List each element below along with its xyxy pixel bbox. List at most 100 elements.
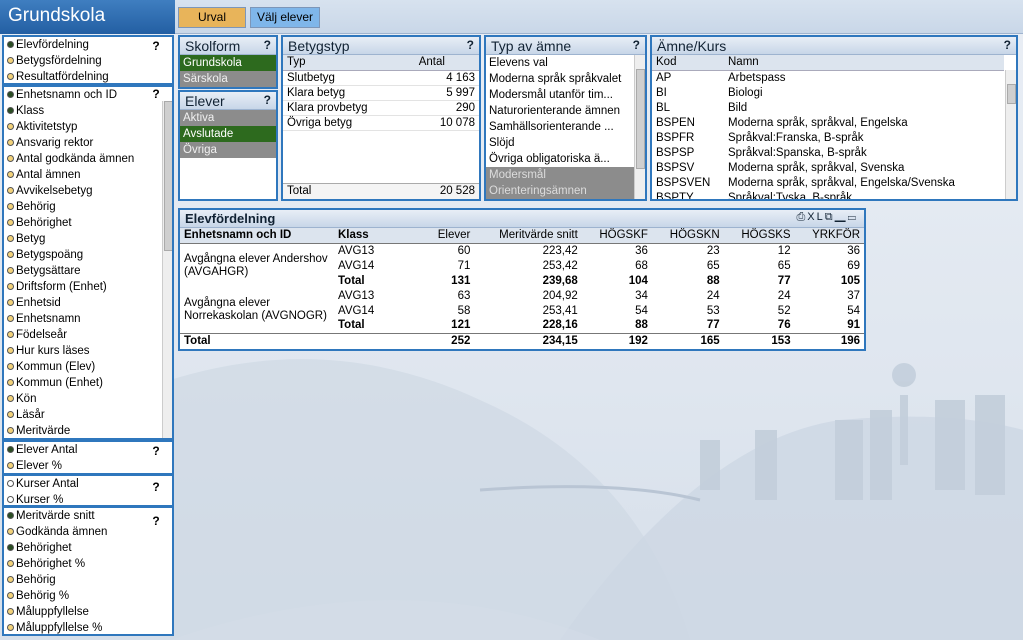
urval-button[interactable]: Urval [178, 7, 246, 28]
col-typ[interactable]: Typ [283, 55, 415, 71]
list-item[interactable]: Behörig [4, 199, 172, 215]
list-item[interactable]: Kommun (Enhet) [4, 375, 172, 391]
table-row[interactable]: Klara betyg 5 997 [283, 85, 479, 101]
col-namn[interactable]: Namn [724, 55, 1004, 71]
col-antal[interactable]: Antal [414, 55, 479, 71]
table-row[interactable]: Klara provbetyg 290 [283, 100, 479, 116]
list-item[interactable]: Enhetsid [4, 295, 172, 311]
list-item[interactable]: Behörig [4, 572, 172, 588]
list-item[interactable]: Enhetsnamn och ID [4, 87, 172, 103]
list-item[interactable]: Behörighet % [4, 556, 172, 572]
dimension-scrollbar[interactable] [162, 101, 172, 438]
list-item[interactable]: Hur kurs läses [4, 343, 172, 359]
help-icon[interactable]: ? [148, 514, 164, 528]
list-item[interactable]: Elever % [4, 458, 172, 474]
export-excel-icon[interactable]: XL [807, 211, 824, 223]
table-row[interactable]: BI Biologi [652, 85, 1004, 100]
typ-av-amne-scrollbar[interactable] [634, 55, 645, 199]
list-item[interactable]: Resultatfördelning [4, 69, 172, 85]
table-row[interactable]: BSPFR Språkval:Franska, B-språk [652, 130, 1004, 145]
table-row[interactable]: BSPEN Moderna språk, språkval, Engelska [652, 115, 1004, 130]
table-row[interactable]: BSPSVEN Moderna språk, språkval, Engelska… [652, 175, 1004, 190]
table-row[interactable]: AP Arbetspass [652, 70, 1004, 85]
list-item[interactable]: Orienteringsämnen [486, 183, 645, 199]
help-icon[interactable]: ? [148, 444, 164, 458]
table-row[interactable]: BSPSV Moderna språk, språkval, Svenska [652, 160, 1004, 175]
table-row[interactable]: BSPSP Språkval:Spanska, B-språk [652, 145, 1004, 160]
list-item[interactable]: Modersmål [486, 167, 645, 183]
print-icon[interactable]: ⎙ [796, 211, 807, 223]
list-item[interactable]: Födelseår [4, 327, 172, 343]
pivot-header[interactable]: YRKFÖR [794, 228, 864, 244]
col-kod[interactable]: Kod [652, 55, 724, 71]
list-item[interactable]: Samhällsorienterande ... [486, 119, 645, 135]
pivot-header[interactable]: Klass [334, 228, 424, 244]
list-item[interactable]: Slöjd [486, 135, 645, 151]
table-row[interactable]: Avgångna elever Norrekaskolan (AVGNOGR) A… [180, 288, 864, 323]
list-item[interactable]: Behörighet [4, 215, 172, 231]
skolform-item[interactable]: Särskola [180, 71, 276, 87]
help-icon[interactable]: ? [1004, 38, 1011, 52]
list-item[interactable]: Läsår [4, 407, 172, 423]
list-item[interactable]: Betygspoäng [4, 247, 172, 263]
list-item[interactable]: Godkända ämnen [4, 524, 172, 540]
list-item[interactable]: Kommun (Elev) [4, 359, 172, 375]
list-item[interactable]: Enhetsnamn [4, 311, 172, 327]
pivot-header[interactable]: Enhetsnamn och ID [180, 228, 334, 244]
list-item[interactable]: Naturorienterande ämnen [486, 103, 645, 119]
copy-icon[interactable]: ⧉ [825, 211, 835, 223]
list-item[interactable]: Behörighet [4, 540, 172, 556]
table-row[interactable]: BL Bild [652, 100, 1004, 115]
amne-kurs-scrollbar[interactable] [1005, 70, 1016, 199]
list-item[interactable]: Betygsfördelning [4, 53, 172, 69]
help-icon[interactable]: ? [148, 39, 164, 53]
elever-item[interactable]: Övriga [180, 142, 276, 158]
list-item[interactable]: Meritvärde [4, 423, 172, 438]
help-icon[interactable]: ? [264, 93, 271, 107]
list-item[interactable]: Betyg [4, 231, 172, 247]
list-item[interactable]: Aktivitetstyp [4, 119, 172, 135]
list-item[interactable]: Modersmål utanför tim... [486, 87, 645, 103]
help-icon[interactable]: ? [148, 87, 164, 101]
list-item[interactable]: Elevfördelning [4, 37, 172, 53]
maximize-icon[interactable]: ▭ [848, 211, 858, 223]
table-row[interactable]: BSPTY Språkval:Tyska, B-språk [652, 190, 1004, 200]
help-icon[interactable]: ? [148, 480, 164, 494]
valj-elever-button[interactable]: Välj elever [250, 7, 320, 28]
table-row[interactable]: Slutbetyg 4 163 [283, 70, 479, 86]
scroll-thumb[interactable] [164, 101, 172, 251]
table-row[interactable]: Avgångna elever Andershov (AVGAHGR) AVG13… [180, 243, 864, 278]
help-icon[interactable]: ? [264, 38, 271, 52]
elever-item[interactable]: Aktiva [180, 110, 276, 126]
list-item[interactable]: Behörig % [4, 588, 172, 604]
scroll-thumb[interactable] [1007, 84, 1016, 104]
list-item[interactable]: Elever Antal [4, 442, 172, 458]
list-item[interactable]: Måluppfyllelse % [4, 620, 172, 636]
list-item[interactable]: Driftsform (Enhet) [4, 279, 172, 295]
list-item[interactable]: Schablonämnen [486, 199, 645, 201]
list-item[interactable]: Antal ämnen [4, 167, 172, 183]
skolform-item[interactable]: Grundskola [180, 55, 276, 71]
list-item[interactable]: Avvikelsebetyg [4, 183, 172, 199]
list-item[interactable]: Ansvarig rektor [4, 135, 172, 151]
pivot-header[interactable]: Meritvärde snitt [474, 228, 582, 244]
list-item[interactable]: Måluppfyllelse [4, 604, 172, 620]
list-item[interactable]: Klass [4, 103, 172, 119]
table-row[interactable]: Övriga betyg 10 078 [283, 115, 479, 131]
pivot-header[interactable]: HÖGSKN [651, 228, 724, 244]
minimize-icon[interactable]: ▁ [835, 211, 848, 223]
list-item[interactable]: Övriga obligatoriska ä... [486, 151, 645, 167]
scroll-thumb[interactable] [636, 69, 645, 169]
list-item[interactable]: Betygsättare [4, 263, 172, 279]
help-icon[interactable]: ? [467, 38, 474, 52]
pivot-header[interactable]: HÖGSKF [581, 228, 652, 244]
list-item[interactable]: Kurser Antal [4, 476, 172, 492]
list-item[interactable]: Elevens val [486, 55, 645, 71]
list-item[interactable]: Moderna språk språkvalet [486, 71, 645, 87]
pivot-header[interactable]: HÖGSKS [723, 228, 795, 244]
pivot-header[interactable]: Elever [424, 228, 475, 244]
list-item[interactable]: Meritvärde snitt [4, 508, 172, 524]
elever-item[interactable]: Avslutade [180, 126, 276, 142]
list-item[interactable]: Antal godkända ämnen [4, 151, 172, 167]
list-item[interactable]: Kön [4, 391, 172, 407]
